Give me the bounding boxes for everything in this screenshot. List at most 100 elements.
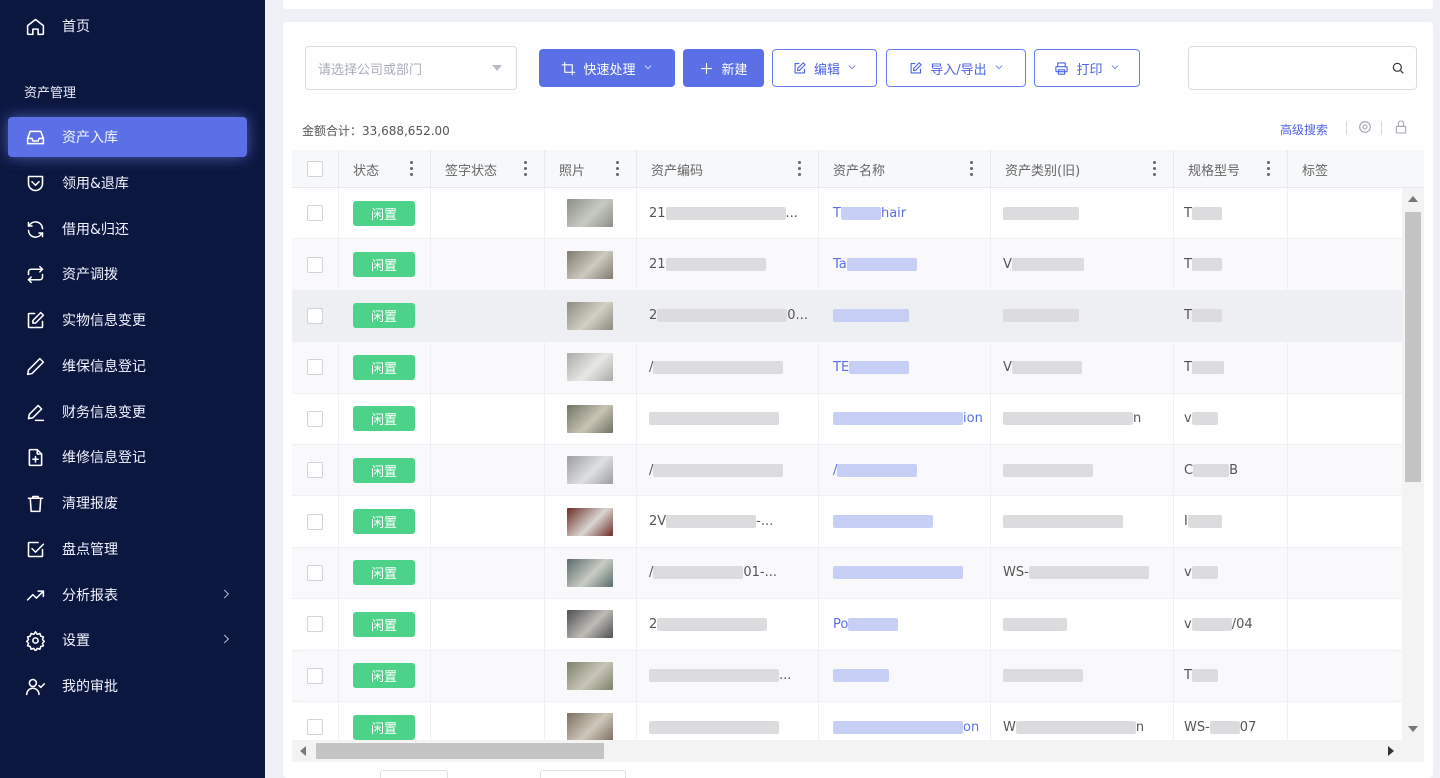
asset-photo-thumbnail[interactable] [567, 456, 613, 485]
sidebar-item-settings[interactable]: 设置 [0, 620, 265, 660]
search-input[interactable] [1188, 46, 1417, 90]
table-row[interactable]: 闲置 on Wn WS- 07 [292, 702, 1404, 740]
asset-name-cell[interactable]: Thair [819, 188, 991, 239]
sidebar-item-repair-register[interactable]: 维修信息登记 [0, 437, 265, 477]
asset-name-cell[interactable]: / [819, 445, 991, 496]
asset-name-cell[interactable] [819, 650, 991, 701]
sidebar-item-disposal[interactable]: 清理报废 [0, 483, 265, 523]
sidebar-item-inventory[interactable]: 盘点管理 [0, 529, 265, 569]
vertical-scrollbar[interactable] [1402, 188, 1424, 740]
edit-button[interactable]: 编辑 [772, 49, 877, 87]
col-sign-status[interactable]: 签字状态 [431, 150, 545, 188]
photo-cell[interactable] [545, 496, 637, 547]
sidebar-item-transfer[interactable]: 资产调拨 [0, 254, 265, 294]
asset-photo-thumbnail[interactable] [567, 713, 613, 740]
table-row[interactable]: 闲置 / TE V T [292, 342, 1404, 394]
checkbox[interactable] [307, 564, 323, 581]
photo-cell[interactable] [545, 599, 637, 650]
checkbox[interactable] [307, 719, 323, 736]
checkbox[interactable] [307, 307, 323, 324]
asset-name-cell[interactable]: on [819, 702, 991, 740]
table-row[interactable]: 闲置 21 Ta V T [292, 239, 1404, 291]
asset-name-cell[interactable] [819, 290, 991, 342]
asset-photo-thumbnail[interactable] [567, 199, 613, 228]
table-row[interactable]: 闲置 2V -... I [292, 496, 1404, 548]
table-row[interactable]: 闲置 2 0... T [292, 290, 1404, 343]
asset-photo-thumbnail[interactable] [567, 353, 613, 382]
checkbox[interactable] [307, 205, 323, 222]
row-select-cell[interactable] [292, 547, 339, 599]
col-photo[interactable]: 照片 [545, 150, 637, 188]
asset-name-cell[interactable]: ion [819, 393, 991, 444]
row-select-cell[interactable] [292, 496, 339, 547]
sidebar-item-collect-return[interactable]: 领用&退库 [0, 163, 265, 203]
print-button[interactable]: 打印 [1034, 49, 1140, 87]
column-menu-icon[interactable] [798, 161, 802, 177]
new-button[interactable]: 新建 [683, 49, 764, 87]
column-menu-icon[interactable] [616, 161, 620, 177]
search-icon[interactable] [1390, 60, 1406, 76]
photo-cell[interactable] [545, 393, 637, 444]
sidebar-item-finance-change[interactable]: 财务信息变更 [0, 392, 265, 432]
scroll-thumb[interactable] [1405, 212, 1421, 482]
checkbox[interactable] [307, 462, 323, 479]
settings-icon[interactable] [1357, 119, 1373, 135]
col-tags[interactable]: 标签 [1288, 150, 1424, 188]
checkbox[interactable] [307, 359, 323, 376]
col-asset-code[interactable]: 资产编码 [637, 150, 819, 188]
column-menu-icon[interactable] [1267, 161, 1271, 177]
header-select-all[interactable] [292, 150, 339, 188]
row-select-cell[interactable] [292, 599, 339, 650]
table-row[interactable]: 闲置/01-... WS-v [292, 547, 1404, 600]
photo-cell[interactable] [545, 650, 637, 701]
row-select-cell[interactable] [292, 702, 339, 740]
asset-photo-thumbnail[interactable] [567, 507, 613, 536]
col-spec-model[interactable]: 规格型号 [1174, 150, 1288, 188]
scroll-up-icon[interactable] [1408, 196, 1418, 202]
photo-cell[interactable] [545, 702, 637, 740]
sidebar-item-asset-inbound[interactable]: 资产入库 [8, 117, 247, 157]
asset-photo-thumbnail[interactable] [567, 250, 613, 279]
asset-photo-thumbnail[interactable] [567, 558, 613, 587]
checkbox[interactable] [307, 667, 323, 684]
lock-icon[interactable] [1393, 119, 1409, 135]
row-select-cell[interactable] [292, 188, 339, 239]
scroll-down-icon[interactable] [1408, 726, 1418, 732]
asset-photo-thumbnail[interactable] [567, 610, 613, 639]
row-select-cell[interactable] [292, 650, 339, 701]
checkbox[interactable] [307, 161, 323, 177]
row-select-cell[interactable] [292, 239, 339, 290]
asset-name-cell[interactable]: Ta [819, 239, 991, 290]
photo-cell[interactable] [545, 342, 637, 393]
asset-photo-thumbnail[interactable] [567, 301, 613, 330]
row-select-cell[interactable] [292, 445, 339, 496]
photo-cell[interactable] [545, 188, 637, 239]
asset-photo-thumbnail[interactable] [567, 661, 613, 690]
scroll-left-icon[interactable] [300, 746, 306, 756]
company-select[interactable]: 请选择公司或部门 [305, 46, 517, 90]
row-select-cell[interactable] [292, 342, 339, 393]
checkbox[interactable] [307, 513, 323, 530]
col-asset-name[interactable]: 资产名称 [819, 150, 991, 188]
sidebar-item-reports[interactable]: 分析报表 [0, 575, 265, 615]
table-row[interactable]: 闲置 2 Po v/04 [292, 599, 1404, 651]
asset-name-cell[interactable] [819, 547, 991, 599]
scroll-right-icon[interactable] [1388, 746, 1394, 756]
table-row[interactable]: 闲置 / / C B [292, 445, 1404, 497]
table-row[interactable]: 闲置 ion n v [292, 393, 1404, 445]
sidebar-item-my-approvals[interactable]: 我的审批 [0, 666, 265, 706]
checkbox[interactable] [307, 256, 323, 273]
col-status[interactable]: 状态 [339, 150, 431, 188]
column-menu-icon[interactable] [410, 161, 414, 177]
sidebar-item-physical-change[interactable]: 实物信息变更 [0, 300, 265, 340]
checkbox[interactable] [307, 410, 323, 427]
column-menu-icon[interactable] [1153, 161, 1157, 177]
horizontal-scrollbar[interactable] [292, 740, 1402, 762]
sidebar-item-home[interactable]: 首页 [0, 6, 265, 46]
col-asset-category[interactable]: 资产类别(旧) [991, 150, 1174, 188]
photo-cell[interactable] [545, 290, 637, 342]
scroll-thumb[interactable] [316, 743, 604, 759]
photo-cell[interactable] [545, 445, 637, 496]
advanced-search-link[interactable]: 高级搜索 [1280, 121, 1328, 138]
sidebar-item-maintenance-register[interactable]: 维保信息登记 [0, 346, 265, 386]
